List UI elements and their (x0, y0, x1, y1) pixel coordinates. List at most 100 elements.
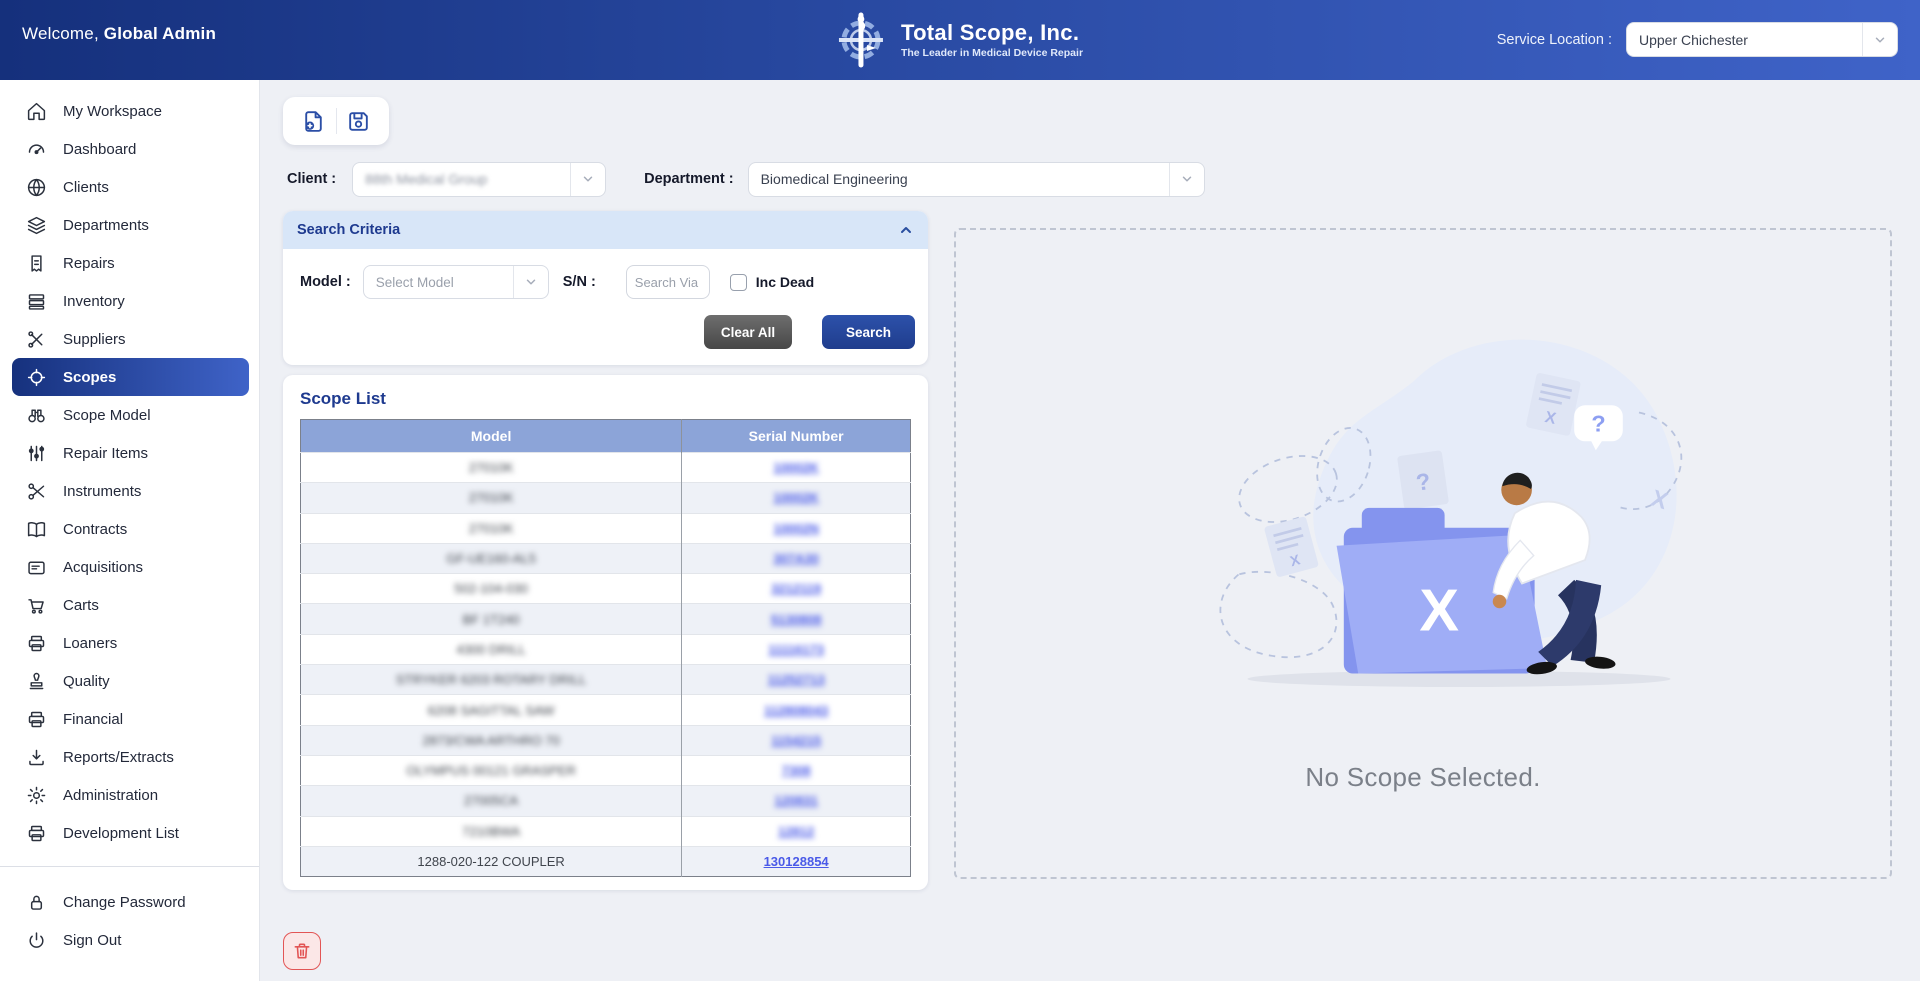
power-icon (26, 930, 47, 951)
sidebar-item-scope-model[interactable]: Scope Model (0, 396, 259, 434)
download-icon (26, 747, 47, 768)
sidebar-item-acquisitions[interactable]: Acquisitions (0, 548, 259, 586)
model-cell: 6208 SAGITTAL SAW (301, 695, 682, 725)
trash-icon (292, 941, 312, 961)
sidebar-item-my-workspace[interactable]: My Workspace (0, 92, 259, 130)
printer-icon (26, 709, 47, 730)
serial-cell: 3212119 (682, 574, 911, 604)
svg-text:?: ? (1591, 410, 1605, 436)
serial-number-link[interactable]: 130128854 (764, 854, 829, 869)
inventory-icon (26, 291, 47, 312)
sidebar-item-sign-out[interactable]: Sign Out (0, 921, 259, 959)
table-row: 27005CA120831 (301, 786, 911, 816)
sn-input[interactable] (626, 265, 710, 299)
serial-number-link[interactable]: 120831 (774, 793, 817, 808)
client-select[interactable]: 88th Medical Group (352, 162, 606, 197)
sidebar-item-repair-items[interactable]: Repair Items (0, 434, 259, 472)
serial-cell: 5130808 (682, 604, 911, 634)
sidebar-item-dashboard[interactable]: Dashboard (0, 130, 259, 168)
sidebar-item-suppliers[interactable]: Suppliers (0, 320, 259, 358)
sidebar-item-clients[interactable]: Clients (0, 168, 259, 206)
tools-icon (26, 329, 47, 350)
department-value: Biomedical Engineering (761, 171, 908, 187)
serial-number-link[interactable]: 10002K (773, 490, 819, 505)
serial-number-link[interactable]: 10002K (773, 460, 819, 475)
ticket-icon (26, 253, 47, 274)
toolbar (283, 97, 389, 145)
serial-number-link[interactable]: 12812 (778, 824, 814, 839)
scope-table: ModelSerial Number 27010K10002K27010K100… (300, 419, 911, 877)
sidebar-item-contracts[interactable]: Contracts (0, 510, 259, 548)
serial-cell: 120831 (682, 786, 911, 816)
inc-dead-checkbox[interactable] (730, 274, 747, 291)
serial-number-link[interactable]: 307A30 (773, 551, 819, 566)
department-select[interactable]: Biomedical Engineering (748, 162, 1205, 197)
sidebar-item-loaners[interactable]: Loaners (0, 624, 259, 662)
serial-cell: 7308 (682, 755, 911, 785)
chevron-up-icon[interactable] (898, 222, 914, 238)
service-location: Service Location : Upper Chichester (1497, 22, 1898, 57)
globe-icon (26, 177, 47, 198)
table-row: 502-104-030 3212119 (301, 574, 911, 604)
model-select[interactable]: Select Model (363, 265, 549, 299)
sidebar-item-label: My Workspace (63, 103, 162, 120)
sidebar-item-label: Financial (63, 711, 123, 728)
table-row: 27010K10002K (301, 483, 911, 513)
gauge-icon (26, 139, 47, 160)
sidebar-item-quality[interactable]: Quality (0, 662, 259, 700)
sidebar-item-development-list[interactable]: Development List (0, 814, 259, 852)
model-cell: 502-104-030 (301, 574, 682, 604)
serial-number-link[interactable]: 5130808 (771, 612, 822, 627)
model-cell: OLYMPUS 00121 GRASPER (301, 755, 682, 785)
save-button[interactable] (337, 102, 381, 140)
cart-icon (26, 595, 47, 616)
clear-all-button[interactable]: Clear All (704, 315, 792, 349)
serial-number-link[interactable]: 7308 (782, 763, 811, 778)
search-criteria-card: Search Criteria Model : Select Model S/N… (283, 211, 928, 365)
serial-number-link[interactable]: 11252713 (768, 672, 825, 687)
sidebar: My Workspace DashboardClients Departments R… (0, 80, 260, 981)
serial-number-link[interactable]: 112808043 (764, 703, 828, 718)
sidebar-item-carts[interactable]: Carts (0, 586, 259, 624)
serial-number-link[interactable]: 1154215 (771, 733, 821, 748)
model-cell: STRYKER 6203 ROTARY DRILL (301, 665, 682, 695)
table-row: OLYMPUS 00121 GRASPER 7308 (301, 755, 911, 785)
scope-list-title: Scope List (300, 389, 911, 409)
sidebar-item-label: Change Password (63, 894, 186, 911)
sidebar-item-repairs[interactable]: Repairs (0, 244, 259, 282)
serial-number-link[interactable]: 11116173 (768, 642, 824, 657)
model-cell: BF 1T240 (301, 604, 682, 634)
sidebar-item-administration[interactable]: Administration (0, 776, 259, 814)
sidebar-item-label: Loaners (63, 635, 117, 652)
sidebar-item-departments[interactable]: Departments (0, 206, 259, 244)
sidebar-item-financial[interactable]: Financial (0, 700, 259, 738)
serial-number-link[interactable]: 10002N (773, 521, 819, 536)
serial-cell: 10002N (682, 513, 911, 543)
model-cell: 27010K (301, 513, 682, 543)
search-criteria-header[interactable]: Search Criteria (283, 211, 928, 249)
delete-button[interactable] (283, 932, 321, 970)
new-file-icon (301, 109, 326, 134)
search-criteria-body: Model : Select Model S/N : Inc Dead Clea… (283, 249, 928, 365)
table-row: GF-UE160-AL5307A30 (301, 543, 911, 573)
new-file-button[interactable] (292, 102, 336, 140)
sidebar-item-change-password[interactable]: Change Password (0, 883, 259, 921)
brand: Total Scope, Inc. The Leader in Medical … (837, 12, 1083, 68)
search-button[interactable]: Search (822, 315, 915, 349)
serial-cell: 307A30 (682, 543, 911, 573)
sidebar-item-label: Departments (63, 217, 149, 234)
sidebar-item-instruments[interactable]: Instruments (0, 472, 259, 510)
sidebar-item-label: Acquisitions (63, 559, 143, 576)
serial-number-link[interactable]: 3212119 (771, 581, 821, 596)
service-location-select[interactable]: Upper Chichester (1626, 22, 1898, 57)
sidebar-item-inventory[interactable]: Inventory (0, 282, 259, 320)
sidebar-item-scopes[interactable]: Scopes (12, 358, 249, 396)
sidebar-item-label: Instruments (63, 483, 141, 500)
sliders-icon (26, 443, 47, 464)
sidebar-item-label: Carts (63, 597, 99, 614)
brand-name: Total Scope, Inc. (901, 21, 1083, 44)
lock-icon (26, 892, 47, 913)
model-cell: 2873/CWA ARTHRO 70 (301, 725, 682, 755)
sidebar-item-reports-extracts[interactable]: Reports/Extracts (0, 738, 259, 776)
no-scope-selected-text: No Scope Selected. (1305, 762, 1540, 793)
